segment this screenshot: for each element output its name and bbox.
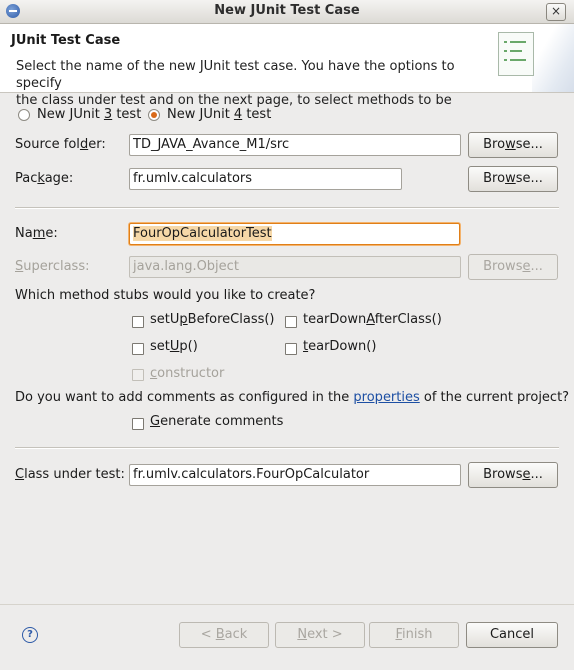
name-input-value: FourOpCalculatorTest — [133, 226, 272, 241]
setup-checkbox[interactable] — [132, 343, 144, 355]
close-button[interactable]: × — [546, 3, 566, 21]
setup-before-class-checkbox[interactable] — [132, 316, 144, 328]
wizard-header: JUnit Test Case Select the name of the n… — [0, 24, 574, 108]
wizard-description: Select the name of the new JUnit test ca… — [16, 58, 496, 109]
superclass-browse-button: Browse... — [468, 254, 558, 280]
constructor-label: constructor — [150, 366, 225, 381]
help-icon[interactable]: ? — [22, 627, 38, 643]
back-button: < Back — [179, 622, 269, 648]
generate-comments-checkbox[interactable] — [132, 418, 144, 430]
package-browse-button[interactable]: Browse... — [468, 166, 558, 192]
superclass-label: Superclass: — [15, 259, 90, 274]
cancel-button[interactable]: Cancel — [466, 622, 558, 648]
next-button: Next > — [275, 622, 365, 648]
comments-question: Do you want to add comments as configure… — [15, 390, 570, 405]
source-folder-input[interactable]: TD_JAVA_Avance_M1/src — [129, 134, 461, 156]
source-folder-label: Source folder: — [15, 137, 106, 152]
setup-before-class-label[interactable]: setUpBeforeClass() — [150, 312, 275, 327]
junit3-radio[interactable] — [18, 109, 30, 121]
wizard-description-line: Select the name of the new JUnit test ca… — [16, 59, 455, 91]
banner-decoration — [532, 24, 574, 92]
separator — [15, 447, 559, 449]
source-folder-browse-button[interactable]: Browse... — [468, 132, 558, 158]
superclass-input: java.lang.Object — [129, 256, 461, 278]
window-title: New JUnit Test Case — [214, 3, 360, 18]
class-under-test-input[interactable]: fr.umlv.calculators.FourOpCalculator — [129, 464, 461, 486]
name-input[interactable]: FourOpCalculatorTest — [129, 223, 460, 245]
teardown-after-class-checkbox[interactable] — [285, 316, 297, 328]
class-under-test-browse-button[interactable]: Browse... — [468, 462, 558, 488]
finish-button: Finish — [369, 622, 459, 648]
junit3-label: New JUnit 3 test — [37, 107, 142, 122]
constructor-checkbox — [132, 369, 144, 381]
method-stubs-question: Which method stubs would you like to cre… — [15, 288, 316, 303]
teardown-after-class-label[interactable]: tearDownAfterClass() — [303, 312, 442, 327]
properties-link[interactable]: properties — [353, 390, 419, 405]
teardown-checkbox[interactable] — [285, 343, 297, 355]
junit4-radio[interactable] — [148, 109, 160, 121]
wizard-title: JUnit Test Case — [11, 33, 121, 48]
generate-comments-label[interactable]: Generate comments — [150, 414, 283, 429]
package-input[interactable]: fr.umlv.calculators — [129, 168, 402, 190]
teardown-label[interactable]: tearDown() — [303, 339, 376, 354]
title-bar: New JUnit Test Case × — [0, 0, 574, 24]
footer-divider — [0, 604, 574, 605]
junit4-label: New JUnit 4 test — [167, 107, 272, 122]
junit-wizard-icon — [498, 32, 534, 76]
name-label: Name: — [15, 226, 58, 241]
package-label: Package: — [15, 171, 74, 186]
class-under-test-label: Class under test: — [15, 467, 125, 482]
setup-label[interactable]: setUp() — [150, 339, 198, 354]
separator — [15, 207, 559, 209]
